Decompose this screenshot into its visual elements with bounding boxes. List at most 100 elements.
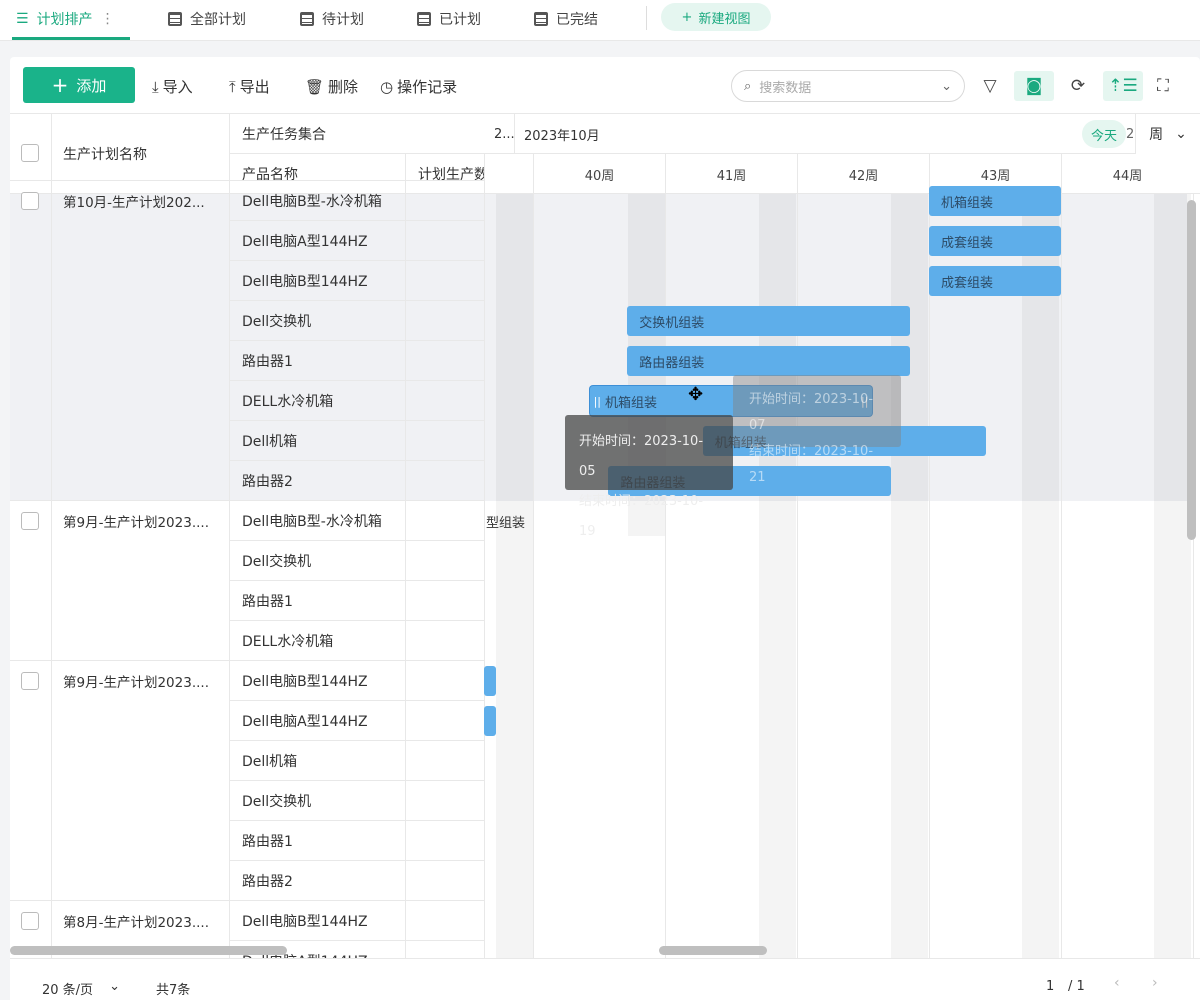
week-header: 41周 <box>665 154 797 194</box>
today-button[interactable]: 今天 <box>1082 120 1126 148</box>
clock-icon: ◷ <box>380 77 394 96</box>
tab-completed[interactable]: 已完结 <box>534 0 598 38</box>
tab-planned[interactable]: 已计划 <box>417 0 481 38</box>
product-name[interactable]: Dell电脑A型144HZ <box>242 701 402 741</box>
vertical-scrollbar[interactable] <box>1187 200 1196 540</box>
start-label: 开始时间： <box>579 434 645 449</box>
product-name[interactable]: Dell电脑B型144HZ <box>242 901 402 941</box>
view-tabs: ☰ 计划排产 ⋮ 全部计划 待计划 已计划 已完结 + 新建视图 <box>0 0 1200 41</box>
plan-name[interactable]: 第9月-生产计划2023.... <box>63 661 223 701</box>
today-label: 今天 <box>1090 128 1117 144</box>
import-button[interactable]: ⤓ 导入 <box>152 76 193 97</box>
upload-icon: ⤒ <box>229 77 236 96</box>
scale-select[interactable]: 周 ⌄ <box>1135 114 1200 154</box>
new-view-button[interactable]: + 新建视图 <box>661 3 771 31</box>
product-name[interactable]: DELL水冷机箱 <box>242 621 402 661</box>
view-settings-button[interactable]: ◙ <box>1014 71 1054 101</box>
task-bar[interactable]: 交换机组装 <box>627 306 911 336</box>
column-header-name[interactable]: 生产计划名称 <box>63 134 147 174</box>
product-name[interactable]: Dell电脑B型-水冷机箱 <box>242 181 402 221</box>
weekend-stripe <box>1154 194 1191 958</box>
task-bar-label: 路由器组装 <box>639 355 705 371</box>
import-label: 导入 <box>162 78 193 96</box>
gantt-horizontal-scrollbar[interactable] <box>659 946 767 955</box>
date-tooltip: 开始时间：2023-10-05 结束时间：2023-10-19 <box>565 415 733 539</box>
page-input[interactable]: 1 <box>1046 979 1054 994</box>
sort-button[interactable]: ⇡☰ <box>1103 71 1143 101</box>
weekend-stripe <box>1022 194 1060 958</box>
fullscreen-icon: ⛶ <box>1157 76 1169 96</box>
column-divider <box>484 153 485 958</box>
row-checkbox[interactable] <box>21 672 39 690</box>
product-name[interactable]: Dell电脑B型144HZ <box>242 661 402 701</box>
prev-page-icon[interactable]: ‹ <box>1114 975 1120 991</box>
column-header-qty[interactable]: 计划生产数 <box>418 154 484 194</box>
divider <box>646 6 647 30</box>
product-name[interactable]: 路由器2 <box>242 461 402 501</box>
history-button[interactable]: ◷ 操作记录 <box>380 76 457 97</box>
product-name[interactable]: Dell机箱 <box>242 421 402 461</box>
plan-name[interactable]: 第10月-生产计划202... <box>63 181 223 221</box>
search-placeholder: 搜索数据 <box>759 80 812 96</box>
row-checkbox[interactable] <box>21 192 39 210</box>
table-icon <box>534 12 548 26</box>
tab-label: 已完结 <box>556 12 598 28</box>
task-bar[interactable] <box>484 666 496 696</box>
delete-button[interactable]: 🗑 删除 <box>305 76 358 97</box>
table-horizontal-scrollbar[interactable] <box>10 946 287 955</box>
product-name[interactable]: Dell交换机 <box>242 781 402 821</box>
product-name[interactable]: 路由器1 <box>242 821 402 861</box>
delete-label: 删除 <box>328 78 359 96</box>
more-icon[interactable]: ⋮ <box>101 11 115 27</box>
plan-name[interactable]: 第8月-生产计划2023.... <box>63 901 223 941</box>
select-all-checkbox[interactable] <box>21 144 39 162</box>
product-name[interactable]: Dell电脑B型144HZ <box>242 261 402 301</box>
product-name[interactable]: Dell电脑A型144HZ <box>242 221 402 261</box>
export-label: 导出 <box>239 78 270 96</box>
add-label: 添加 <box>76 76 107 95</box>
tab-schedule[interactable]: ☰ 计划排产 ⋮ <box>12 0 130 40</box>
column-header-task-group: 生产任务集合 <box>242 127 326 143</box>
page-size-label: 20 条/页 <box>42 983 94 998</box>
tab-all-plans[interactable]: 全部计划 <box>168 0 246 38</box>
export-button[interactable]: ⤒ 导出 <box>229 76 270 97</box>
chevron-down-icon[interactable]: ⌄ <box>941 79 952 94</box>
fullscreen-button[interactable]: ⛶ <box>1143 71 1183 101</box>
product-name[interactable]: Dell交换机 <box>242 541 402 581</box>
task-bar[interactable]: 机箱组装 <box>929 186 1061 216</box>
task-bar[interactable]: 路由器组装 <box>627 346 911 376</box>
product-name[interactable]: Dell交换机 <box>242 301 402 341</box>
weekend-stripe <box>496 194 533 958</box>
tab-pending[interactable]: 待计划 <box>300 0 364 38</box>
sort-icon: ⇡☰ <box>1108 76 1138 96</box>
next-page-icon[interactable]: › <box>1152 975 1158 991</box>
filter-button[interactable]: ▽ <box>970 71 1010 101</box>
scale-label: 周 <box>1149 127 1164 143</box>
column-divider <box>405 153 406 958</box>
product-name[interactable]: 路由器1 <box>242 341 402 381</box>
task-bar[interactable]: 成套组装 <box>929 266 1061 296</box>
task-bar-label: 成套组装 <box>941 275 994 291</box>
bar-label-overflow: 型组装 <box>486 515 526 531</box>
product-name[interactable]: Dell电脑B型-水冷机箱 <box>242 501 402 541</box>
product-name[interactable]: 路由器2 <box>242 861 402 901</box>
trash-icon: 🗑 <box>305 77 325 96</box>
product-name[interactable]: 路由器1 <box>242 581 402 621</box>
page-size-select[interactable]: 20 条/页 ⌄ <box>42 979 120 998</box>
product-name[interactable]: Dell机箱 <box>242 741 402 781</box>
resize-handle-left[interactable]: || <box>594 395 601 408</box>
add-button[interactable]: + 添加 <box>23 67 135 103</box>
task-bar[interactable] <box>484 706 496 736</box>
row-checkbox[interactable] <box>21 512 39 530</box>
product-name[interactable]: DELL水冷机箱 <box>242 381 402 421</box>
search-input[interactable]: ⌕ 搜索数据 ⌄ <box>731 70 965 102</box>
task-bar[interactable]: 成套组装 <box>929 226 1061 256</box>
refresh-button[interactable]: ⟳ <box>1058 71 1098 101</box>
week-gridline <box>533 194 534 958</box>
end-label: 结束时间： <box>579 494 645 509</box>
column-divider <box>51 113 52 958</box>
tab-label: 全部计划 <box>190 12 246 28</box>
plus-icon: + <box>51 73 69 97</box>
row-checkbox[interactable] <box>21 912 39 930</box>
plan-name[interactable]: 第9月-生产计划2023.... <box>63 501 223 541</box>
